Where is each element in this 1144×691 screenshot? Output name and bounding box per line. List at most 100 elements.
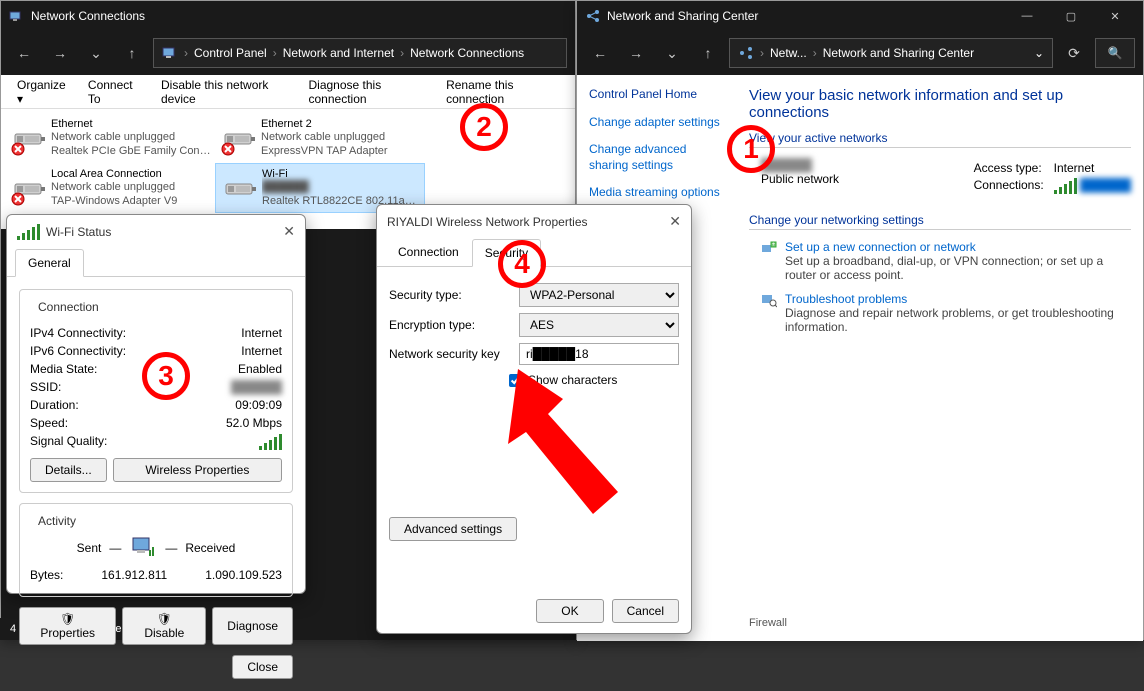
adapter-item[interactable]: EthernetNetwork cable unpluggedRealtek P… [5, 113, 215, 163]
window-icon [585, 8, 601, 24]
adapter-desc: Realtek PCIe GbE Family Controller [51, 145, 211, 158]
forward-button[interactable]: → [621, 38, 651, 68]
dialog-title-bar: RIYALDI Wireless Network Properties ✕ [377, 205, 691, 238]
adapter-name: Ethernet [51, 118, 211, 131]
annotation-1: 1 [727, 125, 775, 173]
search-box[interactable]: 🔍 [1095, 38, 1135, 68]
side-link-advanced[interactable]: Change advanced sharing settings [589, 142, 725, 173]
group-label: Connection [34, 300, 103, 314]
adapter-status: Network cable unplugged [261, 131, 388, 144]
address-bar[interactable]: › Netw...› Network and Sharing Center ⌄ [729, 38, 1053, 68]
adapter-item[interactable]: Local Area ConnectionNetwork cable unplu… [5, 163, 215, 213]
adapter-icon [220, 168, 262, 208]
network-key-input[interactable] [519, 343, 679, 365]
adapter-icon [9, 118, 51, 158]
close-button[interactable]: ✕ [669, 213, 681, 230]
disable-device-button[interactable]: Disable this network device [151, 72, 299, 112]
chevron-down-icon[interactable]: ⌄ [1034, 46, 1044, 60]
dialog-title-bar: Wi-Fi Status ✕ [7, 215, 305, 248]
up-button[interactable]: ↑ [693, 38, 723, 68]
row-value: Internet [241, 326, 282, 340]
details-button[interactable]: Details... [30, 458, 107, 482]
section-active-networks: View your active networks [749, 131, 1131, 148]
annotation-3: 3 [142, 352, 190, 400]
recent-button[interactable]: ⌄ [657, 38, 687, 68]
row-value: 52.0 Mbps [226, 416, 282, 430]
organize-menu[interactable]: Organize ▾ [7, 72, 78, 112]
diagnose-button[interactable]: Diagnose this connection [299, 72, 437, 112]
cancel-button[interactable]: Cancel [612, 599, 679, 623]
control-panel-icon [162, 45, 178, 61]
diagnose-button[interactable]: Diagnose [212, 607, 293, 645]
properties-button[interactable]: 🛡 Properties [19, 607, 116, 645]
row-value: Enabled [238, 362, 282, 376]
maximize-button[interactable]: ▢ [1051, 4, 1091, 28]
back-button[interactable]: ← [9, 38, 39, 68]
network-key-label: Network security key [389, 347, 509, 361]
window-controls: — ▢ ✕ [1007, 4, 1135, 28]
tab-connection[interactable]: Connection [385, 238, 472, 266]
crumb[interactable]: Netw... [770, 46, 807, 60]
crumb[interactable]: Network and Sharing Center [823, 46, 974, 60]
crumb[interactable]: Network and Internet [283, 46, 394, 60]
ok-button[interactable]: OK [536, 599, 603, 623]
adapter-name: Local Area Connection [51, 168, 177, 181]
troubleshoot-icon [761, 292, 777, 334]
connect-to-button[interactable]: Connect To [78, 72, 151, 112]
nav-row: ← → ⌄ ↑ › Netw...› Network and Sharing C… [577, 31, 1143, 75]
forward-button[interactable]: → [45, 38, 75, 68]
see-also-firewall[interactable]: Firewall [749, 617, 787, 629]
close-button[interactable]: ✕ [283, 223, 295, 240]
up-button[interactable]: ↑ [117, 38, 147, 68]
encryption-type-label: Encryption type: [389, 318, 509, 332]
advanced-settings-button[interactable]: Advanced settings [389, 517, 517, 541]
connections-label: Connections: [974, 178, 1054, 194]
adapter-name: Wi-Fi [262, 168, 420, 181]
side-link-media[interactable]: Media streaming options [589, 185, 725, 201]
refresh-button[interactable]: ⟳ [1059, 38, 1089, 68]
window-icon [9, 8, 25, 24]
security-type-label: Security type: [389, 288, 509, 302]
titlebar: Network and Sharing Center — ▢ ✕ [577, 1, 1143, 31]
side-link-adapter[interactable]: Change adapter settings [589, 115, 725, 131]
crumb[interactable]: Control Panel [194, 46, 267, 60]
adapter-name: Ethernet 2 [261, 118, 388, 131]
wireless-properties-button[interactable]: Wireless Properties [113, 458, 282, 482]
setup-connection-link[interactable]: Set up a new connection or network [785, 240, 1131, 254]
minimize-button[interactable]: — [1007, 4, 1047, 28]
side-pane: Control Panel Home Change adapter settin… [577, 75, 737, 225]
close-button[interactable]: Close [232, 655, 293, 679]
row-label: Speed: [30, 416, 68, 430]
back-button[interactable]: ← [585, 38, 615, 68]
network-type: Public network [761, 172, 839, 186]
disable-button[interactable]: 🛡 Disable [122, 607, 206, 645]
row-label: SSID: [30, 380, 61, 394]
adapter-item[interactable]: Ethernet 2Network cable unpluggedExpress… [215, 113, 425, 163]
crumb[interactable]: Network Connections [410, 46, 524, 60]
activity-icon [129, 536, 157, 560]
activity-group: Activity Sent — — Received Bytes:161.912… [19, 503, 293, 597]
network-name: ██████ [761, 158, 839, 172]
sharing-icon [738, 45, 754, 61]
svg-text:+: + [772, 242, 776, 248]
annotation-4: 4 [498, 240, 546, 288]
titlebar: Network Connections [1, 1, 575, 31]
sent-label: Sent [77, 541, 102, 555]
row-value: 09:09:09 [235, 398, 282, 412]
signal-icon [259, 434, 282, 450]
recent-button[interactable]: ⌄ [81, 38, 111, 68]
row-label: Media State: [30, 362, 97, 376]
encryption-type-select[interactable]: AES [519, 313, 679, 337]
section-change-settings: Change your networking settings [749, 213, 1131, 230]
show-characters-checkbox[interactable] [509, 374, 522, 387]
connection-link[interactable]: ██████ [1080, 178, 1131, 194]
security-type-select[interactable]: WPA2-Personal [519, 283, 679, 307]
tab-general[interactable]: General [15, 249, 84, 277]
close-button[interactable]: ✕ [1095, 4, 1135, 28]
troubleshoot-link[interactable]: Troubleshoot problems [785, 292, 1131, 306]
wifi-status-dialog: Wi-Fi Status ✕ General Connection IPv4 C… [6, 214, 306, 594]
rename-button[interactable]: Rename this connection [436, 72, 569, 112]
side-link-home[interactable]: Control Panel Home [589, 87, 725, 103]
address-bar[interactable]: › Control Panel› Network and Internet› N… [153, 38, 567, 68]
adapter-desc: ExpressVPN TAP Adapter [261, 145, 388, 158]
